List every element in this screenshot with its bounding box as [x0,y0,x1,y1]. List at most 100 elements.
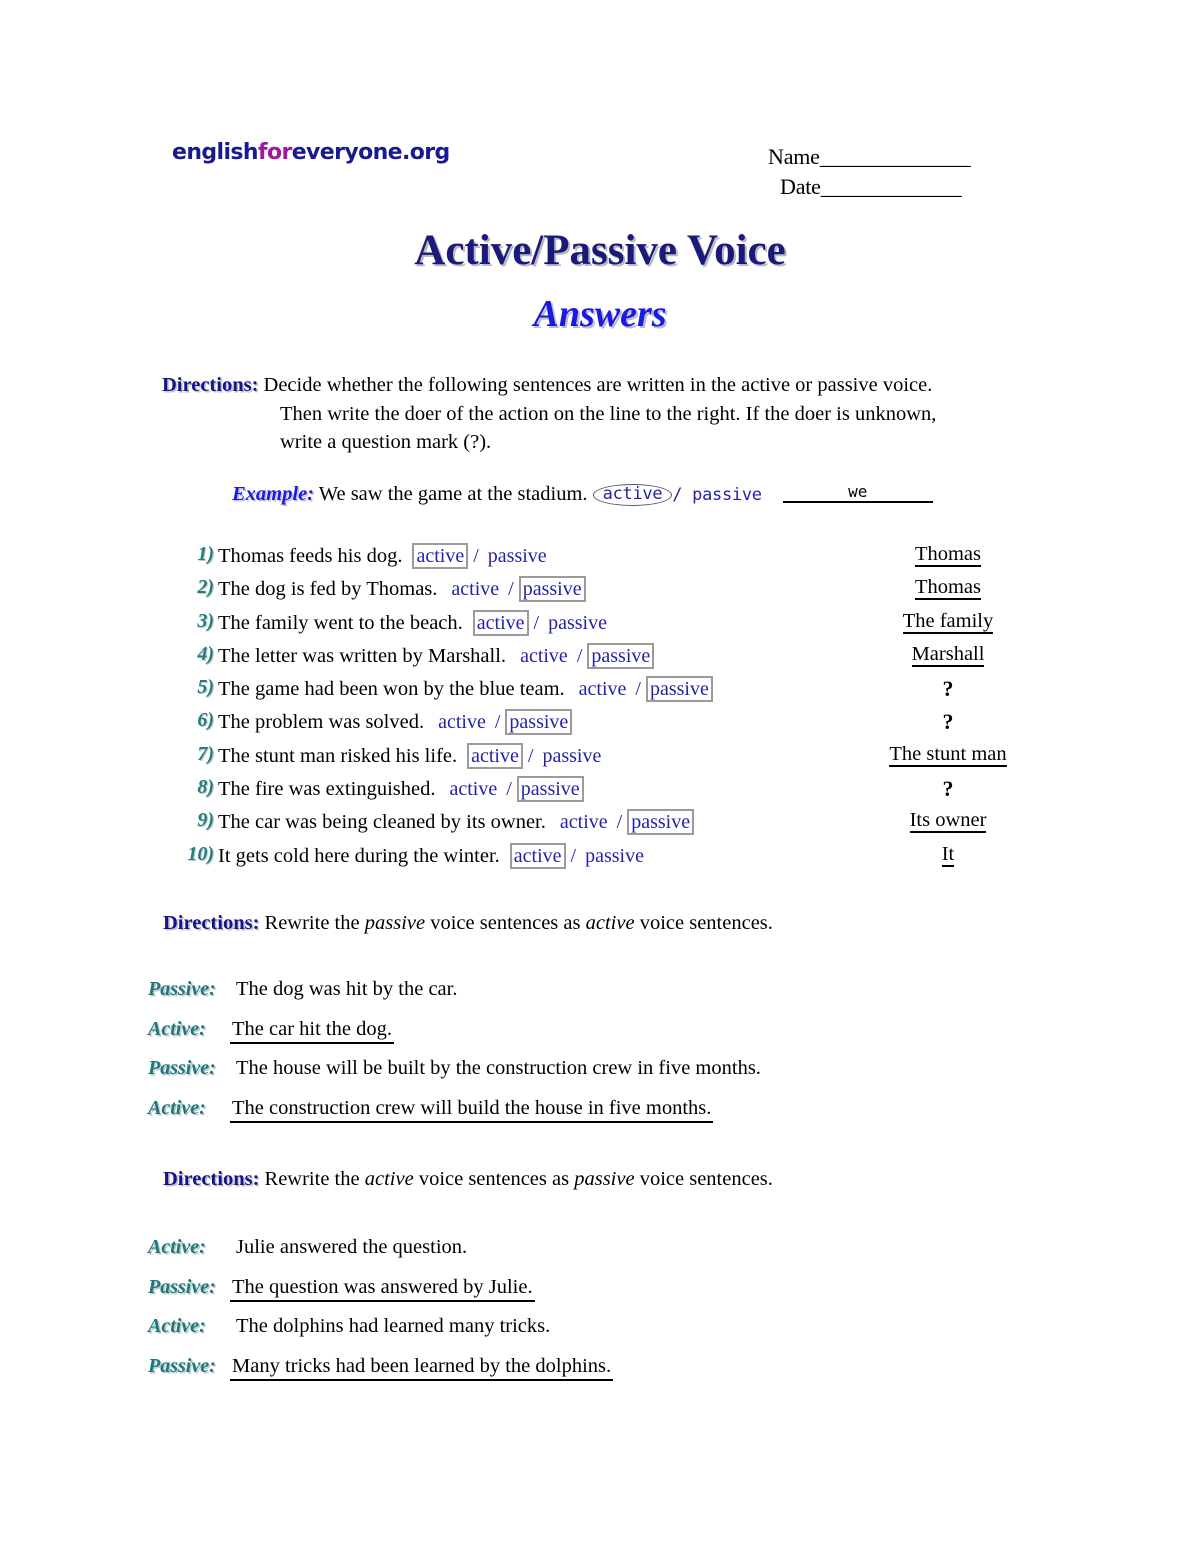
question-row: 4) The letter was written by Marshall. act… [172,642,1052,676]
question-sentence: The problem was solved. [218,711,425,734]
example-option-passive[interactable]: passive [692,485,762,505]
question-number: 5) [197,676,214,699]
question-answer: ? [942,776,954,802]
page-subtitle: Answers [533,293,667,335]
question-row: 2) The dog is fed by Thomas. active / pass… [172,576,1052,609]
question-body: The fire was extinguished. active / passi… [218,776,584,803]
option-passive[interactable]: passive [587,642,655,669]
rewrite-prompt-text: The house will be built by the construct… [236,1057,761,1079]
directions-label-1: Directions: [162,374,259,396]
option-active[interactable]: active [516,643,572,669]
site-logo-part-everyone: everyone.org [291,140,451,165]
question-sentence: Thomas feeds his dog. [218,545,403,567]
option-active[interactable]: active [556,809,612,835]
option-passive[interactable]: passive [627,809,695,836]
question-answer: It [812,842,1084,867]
option-separator: / [489,711,506,734]
question-list: 1) Thomas feeds his dog. active / passive T… [172,543,1052,876]
rewrite-label: Passive: [148,978,216,1000]
question-answer-text: Its owner [909,809,987,834]
worksheet-page: englishforeveryone.org Name_____________… [0,0,1200,1553]
example-options: active / passive [592,484,762,506]
option-active[interactable]: active [434,709,490,735]
rewrite-label: Active: [148,1096,206,1119]
question-answer-text: Marshall [911,642,985,667]
example-separator: / [672,485,683,505]
rewrite-row: Active: The car hit the dog. [148,1018,1098,1058]
question-body: The dog is fed by Thomas. active / passiv… [218,576,586,603]
question-answer: Marshall [812,642,1084,667]
page-title: Active/Passive Voice [414,227,786,274]
option-separator: / [630,678,646,701]
option-active[interactable]: active [445,776,501,802]
site-logo-part-for: for [257,140,292,165]
option-separator: / [528,611,545,634]
rewrite-label: Active: [148,1236,206,1258]
question-options: active / passive [434,709,573,736]
question-sentence: It gets cold here during the winter. [218,844,500,867]
rewrite-label: Active: [148,1017,206,1040]
directions-text-3-em1: active [364,1168,414,1190]
option-active[interactable]: active [472,609,529,636]
question-answer: Thomas [812,576,1084,601]
option-passive[interactable]: passive [544,610,611,636]
directions-block-3: Directions: Rewrite the active voice sen… [163,1165,1063,1194]
option-passive[interactable]: passive [516,776,584,803]
option-active[interactable]: active [509,842,566,869]
question-number: 3) [197,609,214,632]
site-logo-part-english: english [172,140,259,165]
question-sentence: The fire was extinguished. [218,778,436,801]
option-passive[interactable]: passive [505,709,573,736]
question-answer-text: The stunt man [889,742,1007,767]
rewrite-row: Passive: The dog was hit by the car. [148,978,1098,1018]
question-answer-text: It [941,842,955,867]
option-separator: / [503,578,519,601]
question-sentence: The game had been won by the blue team. [218,678,565,701]
option-active[interactable]: active [467,742,523,769]
rewrite-row: Active: Julie answered the question. [148,1236,1098,1276]
date-label: Date [780,174,821,199]
option-separator: / [522,744,539,767]
rewrite-label: Passive: [148,1275,216,1298]
option-active[interactable]: active [575,676,631,702]
rewrite-answer-text: Many tricks had been learned by the dolp… [230,1355,614,1381]
question-options: active / passive [556,809,695,836]
directions-text-2-em1: passive [364,912,426,934]
option-active[interactable]: active [447,576,503,602]
option-passive[interactable]: passive [538,743,605,769]
example-row: Example: We saw the game at the stadium.… [232,482,1032,507]
example-answer: we [782,482,933,503]
option-separator: / [611,811,628,834]
question-options: active / passive [445,776,584,803]
question-row: 1) Thomas feeds his dog. active / passive T… [172,543,1052,576]
directions-text-1-line2: Then write the doer of the action on the… [280,402,937,425]
question-body: The car was being cleaned by its owner. a… [218,809,695,836]
option-passive[interactable]: passive [645,676,713,703]
name-rule: _______________ [819,144,971,169]
question-options: active / passive [467,742,605,769]
directions-text-2-post: voice sentences. [634,912,773,934]
question-options: active / passive [412,543,551,569]
question-answer: Thomas [812,543,1084,567]
option-separator: / [468,545,484,567]
directions-text-2-mid: voice sentences as [425,912,586,934]
question-options: active / passive [509,842,648,869]
question-sentence: The car was being cleaned by its owner. [218,811,546,834]
question-options: active / passive [516,642,655,669]
rewrite-row: Passive: The house will be built by the c… [148,1057,1098,1097]
option-passive[interactable]: passive [518,576,586,603]
option-active[interactable]: active [412,543,469,569]
question-body: The family went to the beach. active / pa… [218,609,611,636]
directions-text-3-pre: Rewrite the [264,1168,365,1190]
option-passive[interactable]: passive [581,843,648,869]
rewrite-row: Active: The dolphins had learned many tri… [148,1315,1098,1355]
question-row: 8) The fire was extinguished. active / pas… [172,776,1052,809]
option-passive[interactable]: passive [484,543,551,569]
rewrite-prompt-text: Julie answered the question. [236,1236,468,1258]
example-option-active[interactable]: active [592,484,673,506]
question-row: 9) The car was being cleaned by its owner… [172,809,1052,842]
question-answer-text: Thomas [914,543,982,567]
directions-text-1-line1: Decide whether the following sentences a… [263,374,933,396]
question-options: active / passive [575,676,713,703]
directions-block-1: Directions: Decide whether the following… [162,371,1062,457]
